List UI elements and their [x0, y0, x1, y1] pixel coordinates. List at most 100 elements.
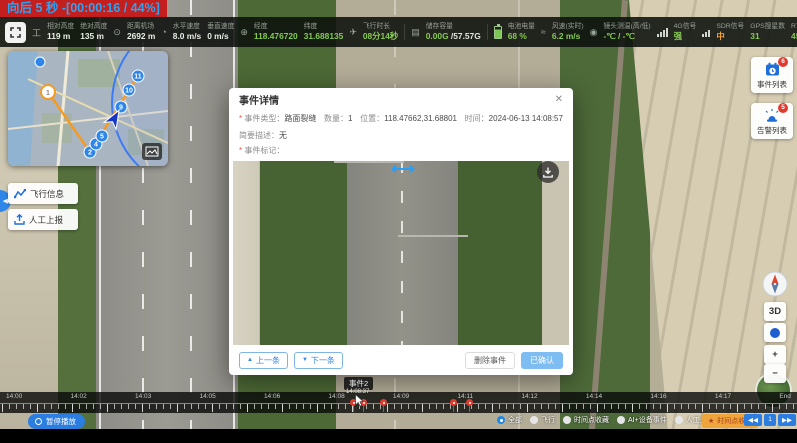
divider: [404, 24, 405, 40]
prev-event-button[interactable]: ▲上一条: [239, 352, 288, 369]
filter-ai-device-events[interactable]: AI+设备事件: [617, 415, 667, 425]
modal-footer: ▲上一条 ▼下一条 删除事件 已确认: [229, 345, 573, 375]
flight-time-icon: ✈: [349, 27, 357, 38]
event-desc-field: 简要描述：无: [239, 129, 563, 142]
action-buttons: 删除事件 已确认: [465, 352, 563, 369]
double-chevron-left-icon: ◀◀: [748, 417, 758, 424]
lane-marking: [190, 0, 192, 443]
lens-temperature-icon: ◉: [590, 27, 598, 38]
pager-prev-button[interactable]: ◀◀: [744, 414, 762, 426]
svg-text:4: 4: [94, 142, 98, 149]
sdr-signal-icon: [702, 27, 710, 37]
svg-text:1: 1: [46, 90, 50, 97]
telemetry-item: 距离机场2692 m: [127, 23, 155, 41]
alarm-list-button[interactable]: 5 告警列表: [751, 103, 793, 139]
storage-icon: ▤: [411, 27, 420, 38]
timeline-pager: ◀◀ 1 ▶▶: [744, 414, 796, 426]
coordinates-icon: ⊕: [240, 27, 248, 38]
compass[interactable]: [762, 271, 788, 297]
fullscreen-corners-icon: [10, 27, 21, 38]
svg-text:9: 9: [119, 105, 123, 112]
confirm-event-button[interactable]: 已确认: [521, 352, 563, 369]
timeline-filters: 全部 飞行 时间点收藏 AI+设备事件 人工上报事件: [497, 415, 728, 425]
arrow-down-icon: ▼: [302, 357, 308, 363]
timeline-labels: 14:0014:0214:0314:0514:0614:0814:0914:11…: [0, 392, 797, 400]
flight-info-button[interactable]: 飞行信息: [8, 183, 78, 204]
filter-all[interactable]: 全部: [497, 415, 522, 425]
event-meta: 事件类型：路面裂缝 数量：1 位置：118.47662,31.68801 时间：…: [229, 108, 573, 157]
compass-icon: [762, 271, 788, 297]
radio-icon: [530, 416, 538, 424]
telemetry-bar: 工 相对高度119 m 绝对高度135 m ⊙ 距离机场2692 m ◔ 水平速…: [0, 17, 797, 47]
nav-buttons: ▲上一条 ▼下一条: [239, 352, 343, 369]
timeline-event-marker[interactable]: [450, 399, 457, 406]
home-point-icon: ⊙: [113, 27, 121, 38]
altitude-icon: 工: [32, 26, 41, 39]
telemetry-item: 4G信号强: [674, 23, 697, 41]
telemetry-item: 绝对高度135 m: [80, 23, 107, 41]
alarm-list-icon-wrap: 5: [763, 107, 781, 123]
telemetry-item: 飞行时长08分14秒: [363, 23, 398, 41]
timeline-event-marker[interactable]: [380, 399, 387, 406]
event-type-field: 事件类型：路面裂缝: [239, 112, 316, 125]
telemetry-item: 储存容量0.00G /57.57G: [426, 23, 481, 41]
locate-drone-button[interactable]: [764, 323, 786, 342]
telemetry-item: SDR信号中: [716, 23, 744, 41]
svg-text:10: 10: [125, 88, 133, 95]
next-event-button[interactable]: ▼下一条: [294, 352, 343, 369]
locate-dot-icon: [770, 328, 780, 338]
pager-page-number: 1: [764, 414, 776, 426]
3d-view-button[interactable]: 3D: [764, 302, 786, 321]
speed-gauge-icon: ◔: [161, 27, 166, 37]
timeline-event-marker[interactable]: [466, 399, 473, 406]
upload-icon: [14, 214, 25, 225]
event-meta-row: 事件类型：路面裂缝 数量：1 位置：118.47662,31.68801 时间：…: [239, 112, 563, 125]
timeline-controls: 暂停播放 全部 飞行 时间点收藏 AI+设备事件 人工上报事件 ★时间点收藏 ◀…: [0, 413, 797, 429]
radio-selected-icon: [497, 416, 505, 424]
telemetry-item: 水平速度8.0 m/s: [173, 23, 201, 41]
mouse-cursor: [355, 394, 364, 412]
filter-flight[interactable]: 飞行: [530, 415, 555, 425]
event-detail-modal: 事件详情 ✕ 事件类型：路面裂缝 数量：1 位置：118.47662,31.68…: [229, 88, 573, 375]
modal-header: 事件详情 ✕: [229, 88, 573, 108]
alarm-count-badge: 5: [778, 103, 788, 113]
timeline-ticks: [0, 403, 797, 412]
pause-playback-button[interactable]: 暂停播放: [28, 414, 85, 429]
alarm-list-label: 告警列表: [757, 125, 787, 136]
telemetry-item: RTK搜星数45: [791, 23, 797, 41]
expand-view-button[interactable]: [5, 22, 26, 43]
event-calendar-icon: [765, 62, 780, 77]
cellular-signal-icon: [657, 27, 668, 37]
close-icon[interactable]: ✕: [555, 95, 563, 105]
mini-map[interactable]: 2 4 5 9 10 11 1: [8, 51, 168, 166]
event-list-icon-wrap: 6: [763, 61, 781, 77]
zoom-in-button[interactable]: +: [764, 345, 786, 364]
svg-text:2: 2: [88, 150, 92, 157]
telemetry-item: 相对高度119 m: [47, 23, 74, 41]
download-photo-button[interactable]: [537, 161, 559, 183]
zoom-out-button[interactable]: −: [764, 364, 786, 383]
playback-timeline[interactable]: 14:0014:0214:0314:0514:0614:0814:0914:11…: [0, 392, 797, 413]
double-chevron-right-icon: ▶▶: [782, 417, 792, 424]
pager-next-button[interactable]: ▶▶: [778, 414, 796, 426]
filter-favorites[interactable]: 时间点收藏: [563, 415, 609, 425]
event-mark-arrow: [388, 161, 418, 345]
mini-map-canvas: 2 4 5 9 10 11 1: [8, 51, 168, 166]
manual-report-button[interactable]: 人工上报: [8, 209, 78, 230]
photo-trees-left: [260, 161, 347, 345]
event-count-badge: 6: [778, 57, 788, 67]
photo-sidewalk-left: [233, 161, 260, 345]
playback-status-banner: 向后 5 秒 -[00:00:16 / 44%]: [0, 0, 167, 17]
flight-route-icon: [14, 189, 26, 199]
telemetry-item: 经度118.476720: [254, 23, 298, 41]
svg-text:11: 11: [134, 74, 142, 81]
svg-text:5: 5: [100, 134, 104, 141]
modal-title: 事件详情: [239, 92, 279, 107]
telemetry-item: GPS搜星数31: [750, 23, 785, 41]
telemetry-item: 电池电量68 %: [508, 23, 535, 41]
event-time-field: 时间：2024-06-13 14:08:57: [465, 112, 563, 125]
delete-event-button[interactable]: 删除事件: [465, 352, 515, 369]
event-list-button[interactable]: 6 事件列表: [751, 57, 793, 93]
map-layer-toggle[interactable]: [142, 143, 162, 160]
radio-icon: [675, 416, 683, 424]
